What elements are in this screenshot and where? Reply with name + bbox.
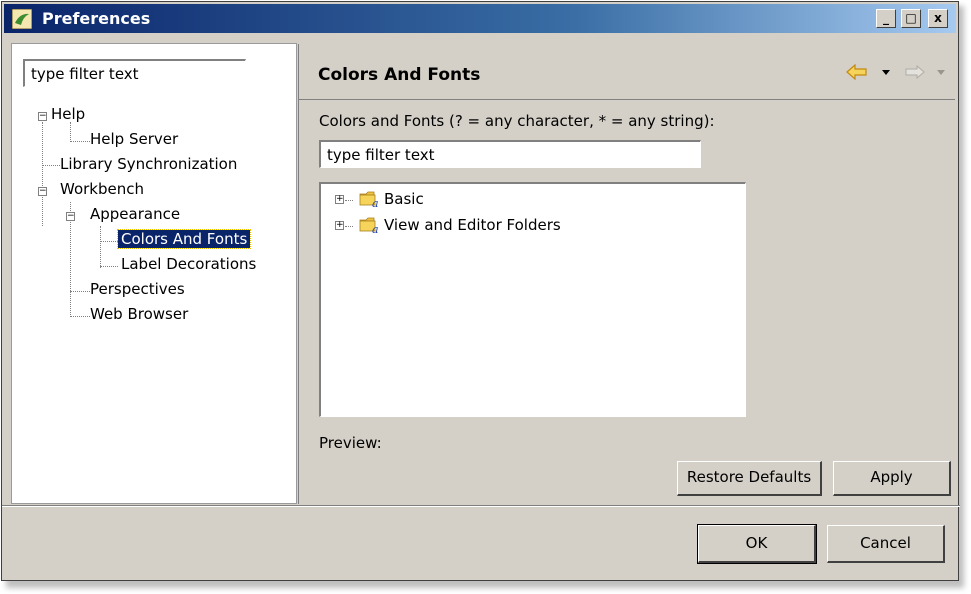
tree-line	[70, 122, 71, 142]
tree-line	[345, 226, 353, 227]
back-arrow-icon[interactable]	[846, 64, 868, 80]
collapse-help-icon[interactable]: −	[38, 112, 47, 121]
tree-item-perspectives[interactable]: Perspectives	[90, 280, 185, 298]
restore-defaults-button[interactable]: Restore Defaults	[677, 461, 822, 496]
category-view-editor-folders[interactable]: View and Editor Folders	[384, 216, 561, 234]
expand-basic-icon[interactable]: +	[335, 195, 344, 204]
close-icon: x	[934, 11, 942, 25]
maximize-icon: □	[905, 11, 917, 25]
filter-label: Colors and Fonts (? = any character, * =…	[319, 112, 715, 130]
expand-view-editor-folders-icon[interactable]: +	[335, 221, 344, 230]
title-bar[interactable]: Preferences _ □ x	[4, 4, 956, 33]
category-basic[interactable]: Basic	[384, 190, 424, 208]
tree-line	[70, 316, 90, 317]
tree-item-library-synchronization[interactable]: Library Synchronization	[60, 155, 237, 173]
tree-line	[100, 226, 101, 268]
tree-line	[42, 165, 60, 166]
preferences-window: Preferences _ □ x type filter text − − −…	[1, 1, 960, 581]
minimize-icon: _	[883, 11, 889, 25]
tree-filter-input[interactable]: type filter text	[23, 59, 246, 87]
preference-page: Colors And Fonts Colors and Fonts (? = a…	[298, 44, 956, 504]
tree-line	[345, 200, 353, 201]
footer-separator	[2, 505, 960, 507]
svg-text:a: a	[372, 197, 379, 208]
preference-tree-pane: type filter text − − − Help Help Server …	[11, 43, 297, 504]
folder-icon: a	[359, 217, 379, 234]
collapse-workbench-icon[interactable]: −	[38, 187, 47, 196]
tree-line	[70, 291, 90, 292]
tree-item-help[interactable]: Help	[51, 105, 85, 123]
tree-line	[100, 241, 118, 242]
colors-fonts-tree: + a Basic + a View and Editor Folders	[319, 182, 746, 417]
apply-button[interactable]: Apply	[833, 461, 951, 496]
close-button[interactable]: x	[928, 9, 948, 28]
colors-filter-input[interactable]: type filter text	[319, 140, 701, 168]
tree-item-colors-and-fonts[interactable]: Colors And Fonts	[116, 229, 252, 249]
tree-line	[42, 122, 43, 226]
folder-icon: a	[359, 191, 379, 208]
tree-item-workbench[interactable]: Workbench	[60, 180, 144, 198]
ok-button[interactable]: OK	[697, 524, 817, 564]
cancel-button[interactable]: Cancel	[827, 525, 945, 563]
back-menu-chevron-icon[interactable]	[882, 70, 890, 75]
page-title: Colors And Fonts	[318, 65, 481, 85]
minimize-button[interactable]: _	[876, 9, 896, 28]
tree-item-web-browser[interactable]: Web Browser	[90, 305, 188, 323]
tree-item-appearance[interactable]: Appearance	[90, 205, 180, 223]
maximize-button[interactable]: □	[901, 9, 921, 28]
preview-label: Preview:	[319, 434, 382, 452]
tree-item-label-decorations[interactable]: Label Decorations	[121, 255, 256, 273]
tree-line	[70, 141, 90, 142]
window-title: Preferences	[42, 9, 151, 28]
forward-menu-chevron-icon[interactable]	[937, 70, 945, 75]
collapse-appearance-icon[interactable]: −	[66, 212, 75, 221]
tree-item-help-server[interactable]: Help Server	[90, 130, 178, 148]
page-header: Colors And Fonts	[299, 44, 955, 100]
svg-text:a: a	[372, 223, 379, 234]
tree-line	[100, 266, 118, 267]
forward-arrow-icon[interactable]	[905, 65, 925, 79]
preferences-app-icon	[12, 9, 32, 29]
